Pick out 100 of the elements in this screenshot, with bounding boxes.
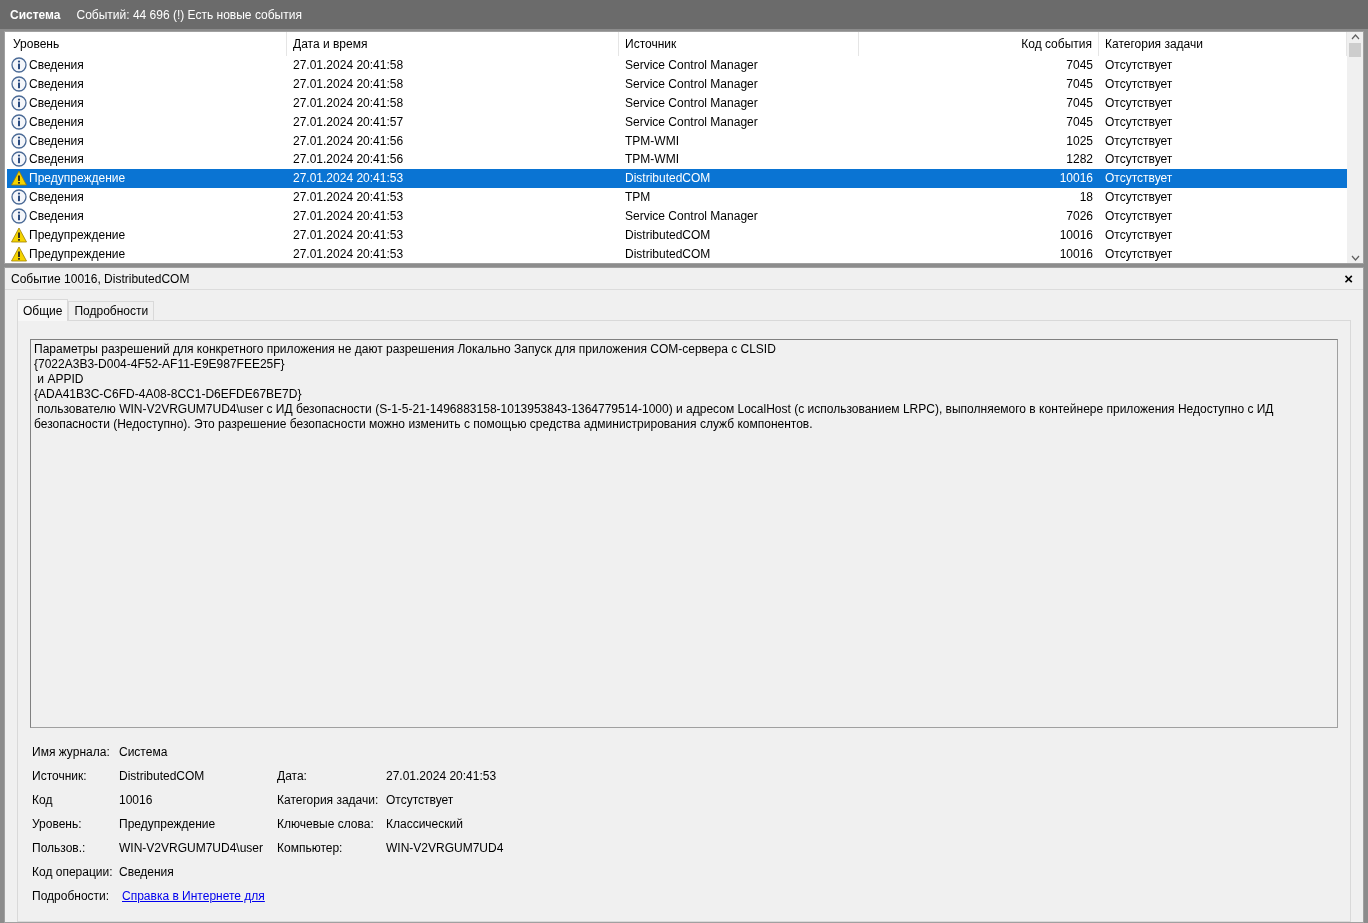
property-value: WIN-V2VRGUM7UD4 [386,840,504,857]
column-header[interactable]: Код события [859,32,1099,56]
property-label: Код [31,792,54,809]
category-text: Отсутствует [1105,58,1173,73]
info-icon [11,151,27,168]
property-value: Предупреждение [119,816,217,833]
property-label: Категория задачи: [277,792,380,809]
property-value: Система [119,744,169,761]
property-value: DistributedCOM [119,768,206,785]
info-icon [11,113,27,130]
level-text: Предупреждение [29,170,126,188]
level-text: Сведения [29,113,84,131]
property-value: Классический [386,816,463,833]
property-label: Пользов.: [31,840,87,857]
source-text: DistributedCOM [625,246,711,261]
column-header[interactable]: Источник [619,32,859,56]
scroll-down-icon[interactable] [1350,255,1360,261]
event-row[interactable]: Предупреждение 27.01.2024 20:41:53 DistributedCOM 10016 Отсутствует [7,244,1347,263]
event-row[interactable]: Предупреждение 27.01.2024 20:41:53 DistributedCOM 10016 Отсутствует [7,225,1347,245]
event-code-text: 7026 [1066,208,1093,223]
datetime-text: 27.01.2024 20:41:56 [293,152,404,167]
tab[interactable]: Подробности [68,301,155,320]
scroll-up-icon[interactable] [1350,34,1360,40]
level-text: Предупреждение [29,245,126,263]
property-label: Уровень: [31,816,83,833]
property-value: Сведения [119,864,175,881]
warning-icon [11,170,27,187]
source-text: Service Control Manager [625,114,758,129]
level-text: Сведения [29,132,84,150]
close-button[interactable]: × [1340,271,1357,286]
event-code-text: 7045 [1066,58,1093,73]
source-text: Service Control Manager [625,58,758,73]
event-row[interactable]: Сведения 27.01.2024 20:41:56 TPM-WMI 1282 Отсутствует [7,150,1347,169]
category-text: Отсутствует [1105,246,1173,261]
event-code-text: 1025 [1066,133,1093,148]
datetime-text: 27.01.2024 20:41:56 [293,133,404,148]
event-count: Событий: 44 696 (!) Есть новые события [76,6,302,24]
event-row[interactable]: Сведения 27.01.2024 20:41:53 Service Control Manager 7026 Отсутствует [7,206,1347,226]
event-row[interactable]: Сведения 27.01.2024 20:41:58 Service Control Manager 7045 Отсутствует [7,74,1347,94]
event-code-text: 18 [1079,190,1093,205]
event-row[interactable]: Сведения 27.01.2024 20:41:53 TPM 18 Отсутствует [7,187,1347,207]
property-label: Имя журнала: [31,744,111,761]
source-text: TPM [625,190,651,205]
level-text: Сведения [29,76,84,94]
event-code-text: 7045 [1066,77,1093,92]
warning-icon [11,245,27,262]
info-icon [11,189,27,206]
category-text: Отсутствует [1105,77,1173,92]
tab[interactable]: Общие [17,299,69,321]
category-text: Отсутствует [1105,152,1173,167]
category-text: Отсутствует [1105,227,1173,242]
event-code-text: 7045 [1066,114,1093,129]
property-label: Компьютер: [277,840,344,857]
datetime-text: 27.01.2024 20:41:58 [293,58,404,73]
log-title: Система [10,6,61,24]
event-code-text: 10016 [1059,246,1093,261]
category-text: Отсутствует [1105,133,1173,148]
level-text: Сведения [29,189,84,207]
help-link[interactable]: Справка в Интернете для [122,887,265,905]
scrollbar[interactable] [1347,32,1363,263]
info-icon [11,207,27,224]
event-row[interactable]: Предупреждение 27.01.2024 20:41:53 DistributedCOM 10016 Отсутствует [7,168,1347,188]
event-row[interactable]: Сведения 27.01.2024 20:41:57 Service Control Manager 7045 Отсутствует [7,112,1347,132]
level-text: Предупреждение [29,226,126,244]
column-header[interactable]: Дата и время [287,32,619,56]
datetime-text: 27.01.2024 20:41:58 [293,95,404,110]
datetime-text: 27.01.2024 20:41:57 [293,114,404,129]
category-text: Отсутствует [1105,208,1173,223]
event-row[interactable]: Сведения 27.01.2024 20:41:58 Service Control Manager 7045 Отсутствует [7,55,1347,75]
datetime-text: 27.01.2024 20:41:58 [293,77,404,92]
source-text: Service Control Manager [625,95,758,110]
datetime-text: 27.01.2024 20:41:53 [293,227,404,242]
event-row[interactable]: Сведения 27.01.2024 20:41:58 Service Control Manager 7045 Отсутствует [7,93,1347,113]
event-title: Событие 10016, DistributedCOM [11,270,190,288]
property-label: Код операции: [31,864,114,881]
property-label: Источник: [31,768,88,785]
property-label: Ключевые слова: [277,816,375,833]
scroll-thumb[interactable] [1349,43,1361,57]
property-label: Подробности: [31,888,111,905]
event-code-text: 10016 [1059,227,1093,242]
event-code-text: 1282 [1066,152,1093,167]
property-value: Отсутствует [386,792,454,809]
info-icon [11,57,27,74]
event-row[interactable]: Сведения 27.01.2024 20:41:56 TPM-WMI 1025 Отсутствует [7,131,1347,150]
category-text: Отсутствует [1105,190,1173,205]
datetime-text: 27.01.2024 20:41:53 [293,246,404,261]
datetime-text: 27.01.2024 20:41:53 [293,171,404,186]
source-text: DistributedCOM [625,227,711,242]
datetime-text: 27.01.2024 20:41:53 [293,190,404,205]
property-value: 10016 [119,792,154,809]
source-text: TPM-WMI [625,152,679,167]
source-text: DistributedCOM [625,171,711,186]
level-text: Сведения [29,207,84,225]
source-text: Service Control Manager [625,208,758,223]
event-message: Параметры разрешений для конкретного приложения не дают разрешения Локально Запуск для приложения COM-сервера с CLSID {7022A3B3-D004-4F52-AF11-E9E987FEE25F} и APPID {ADA41B3C-C6FD-4A08-8CC1-D6EFDE67BE7D} пользователю WIN-V2VRGUM7UD4\user с ИД безопасности (S-1-5-21-1496883158-1013953843-1364779514-1000) и адресом LocalHost (с использованием LRPC), выполняемого в контейнере приложения Недоступно с ИД безопасности (Недоступно). Это разрешение безопасности можно изменить с помощью средства администрирования служб компонентов. [30,339,1338,728]
event-code-text: 10016 [1059,171,1093,186]
column-header[interactable]: Уровень [7,32,287,56]
info-icon [11,94,27,111]
event-code-text: 7045 [1066,95,1093,110]
level-text: Сведения [29,57,84,75]
